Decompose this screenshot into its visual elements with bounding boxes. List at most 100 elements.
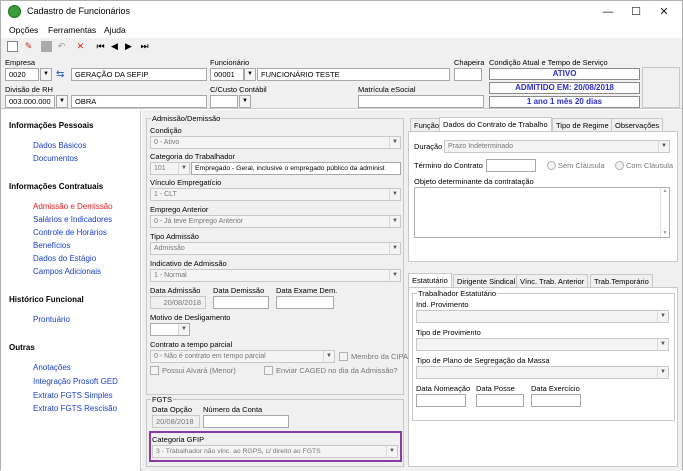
link-icon[interactable]: ⇆ — [56, 68, 69, 81]
divisao-name-field[interactable]: OBRA — [71, 95, 207, 108]
numero-conta-field[interactable] — [203, 415, 289, 428]
contrato-parcial-select[interactable]: 0 - Não é contrato em tempo parcial ▼ — [150, 350, 335, 363]
data-posse-field[interactable] — [476, 394, 524, 407]
photo-box[interactable] — [642, 67, 680, 108]
minimize-button[interactable]: — — [597, 4, 619, 20]
contrato-parcial-label: Contrato a tempo parcial — [150, 340, 233, 349]
tab-trab-temporario[interactable]: Trab.Temporário — [590, 274, 653, 288]
divisao-code-field[interactable]: 003.000.000 — [5, 95, 55, 108]
emprego-select[interactable]: 0 - Já teve Emprego Anterior ▼ — [150, 215, 401, 228]
sidebar-item-anotacoes[interactable]: Anotações — [33, 363, 71, 372]
tab-dados-contrato[interactable]: Dados do Contrato de Trabalho — [439, 117, 552, 132]
sidebar-item-fgts-rescisao[interactable]: Extrato FGTS Rescisão — [33, 404, 117, 413]
chapeira-field[interactable] — [454, 68, 482, 81]
data-opcao-field[interactable]: 20/08/2018 — [152, 415, 200, 428]
sidebar-item-fgts-simples[interactable]: Extrato FGTS Simples — [33, 391, 113, 400]
caged-checkbox[interactable] — [264, 366, 273, 375]
sidebar-item-prontuario[interactable]: Prontuário — [33, 315, 70, 324]
sem-clausula-radio[interactable] — [547, 161, 556, 170]
data-admissao-field[interactable]: 20/08/2018 — [150, 296, 206, 309]
maximize-button[interactable]: ☐ — [625, 4, 647, 20]
funcionario-dropdown-button[interactable]: ▼ — [244, 68, 256, 81]
condicao-select[interactable]: 0 - Ativo ▼ — [150, 136, 401, 149]
app-icon — [8, 5, 21, 18]
ccusto-dropdown-button[interactable]: ▼ — [239, 95, 251, 108]
delete-icon[interactable]: ✕ — [75, 41, 86, 52]
sidebar-item-admissao[interactable]: Admissão e Demissão — [33, 202, 113, 211]
title-bar: Cadastro de Funcionários — ☐ ✕ — [1, 1, 682, 23]
matricula-field[interactable] — [358, 95, 484, 108]
com-clausula-radio[interactable] — [615, 161, 624, 170]
funcionario-name-field[interactable]: FUNCIONÁRIO TESTE — [257, 68, 450, 81]
tipo-select[interactable]: Admissão ▼ — [150, 242, 401, 255]
alvara-label: Possui Alvará (Menor) — [162, 366, 236, 375]
objeto-scrollbar[interactable]: ▲ ▼ — [660, 188, 669, 237]
tab-tipo-regime[interactable]: Tipo de Regime — [552, 118, 613, 132]
empresa-dropdown-button[interactable]: ▼ — [40, 68, 52, 81]
new-icon[interactable] — [7, 41, 18, 52]
plano-segregacao-select[interactable]: ▼ — [416, 366, 669, 379]
sidebar-item-documentos[interactable]: Documentos — [33, 154, 78, 163]
categoria-gfip-select[interactable]: 3 - Trabalhador não vinc. ao RGPS, c/ di… — [152, 445, 398, 458]
alvara-checkbox[interactable] — [150, 366, 159, 375]
admissao-group: Admissão/Demissão Condição 0 - Ativo ▼ Ca… — [146, 114, 408, 395]
sidebar-item-ged[interactable]: Integração Prosoft GED — [33, 377, 118, 386]
empresa-name-field[interactable]: GERAÇÃO DA SEFIP — [71, 68, 207, 81]
status-admitido: ADMITIDO EM: 20/08/2018 — [489, 82, 640, 94]
categoria-label: Categoria do Trabalhador — [150, 152, 236, 161]
tab-dirigente-sindical[interactable]: Dirigente Sindical — [453, 274, 520, 288]
sem-clausula-label: Sem Cláusula — [558, 161, 605, 170]
next-record-icon[interactable]: ▶ — [123, 41, 134, 52]
sidebar-item-campos-adicionais[interactable]: Campos Adicionais — [33, 267, 101, 276]
chevron-down-icon: ▼ — [658, 141, 669, 152]
menu-ferramentas[interactable]: Ferramentas — [48, 25, 96, 35]
indicativo-select[interactable]: 1 - Normal ▼ — [150, 269, 401, 282]
sidebar-item-estagio[interactable]: Dados do Estágio — [33, 254, 96, 263]
close-button[interactable]: ✕ — [653, 4, 675, 20]
data-nomeacao-field[interactable] — [416, 394, 466, 407]
indicativo-label: Indicativo de Admissão — [150, 259, 227, 268]
data-exercicio-field[interactable] — [531, 394, 581, 407]
duracao-select[interactable]: Prazo Indeterminado ▼ — [444, 140, 670, 153]
data-demissao-field[interactable] — [213, 296, 269, 309]
save-icon[interactable] — [41, 41, 52, 52]
undo-icon[interactable]: ↶ — [56, 41, 67, 52]
ind-provimento-select[interactable]: ▼ — [416, 310, 669, 323]
sidebar-item-dados-basicos[interactable]: Dados Básicos — [33, 141, 86, 150]
menu-opcoes[interactable]: Opções — [9, 25, 38, 35]
ind-provimento-label: Ind. Provimento — [416, 300, 469, 309]
edit-icon[interactable]: ✎ — [23, 41, 34, 52]
prev-record-icon[interactable]: ◀ — [109, 41, 120, 52]
com-clausula-label: Com Cláusula — [626, 161, 674, 170]
last-record-icon[interactable]: ⏭ — [139, 41, 150, 52]
data-exame-field[interactable] — [276, 296, 334, 309]
chapeira-label: Chapeira — [454, 58, 485, 67]
objeto-textarea[interactable]: ▲ ▼ — [414, 187, 670, 238]
funcionario-code-field[interactable]: 00001 — [210, 68, 244, 81]
vinculo-select[interactable]: 1 - CLT ▼ — [150, 188, 401, 201]
membro-cipa-checkbox[interactable] — [339, 352, 348, 361]
tab-estatutario[interactable]: Estatutário — [408, 273, 452, 288]
motivo-label: Motivo de Desligamento — [150, 313, 231, 322]
categoria-code-select[interactable]: 101 ▼ — [150, 162, 190, 175]
motivo-select[interactable]: ▼ — [150, 323, 190, 336]
empresa-code-field[interactable]: 0020 — [5, 68, 39, 81]
menu-ajuda[interactable]: Ajuda — [104, 25, 126, 35]
chevron-down-icon: ▼ — [389, 137, 400, 148]
sidebar-item-beneficios[interactable]: Benefícios — [33, 241, 70, 250]
funcionario-label: Funcionário — [210, 58, 250, 67]
tipo-provimento-select[interactable]: ▼ — [416, 338, 669, 351]
tipo-label: Tipo Admissão — [150, 232, 199, 241]
fgts-group: FGTS Data Opção 20/08/2018 Número da Con… — [146, 395, 404, 467]
termino-field[interactable] — [486, 159, 536, 172]
divisao-dropdown-button[interactable]: ▼ — [56, 95, 68, 108]
first-record-icon[interactable]: ⏮ — [95, 41, 106, 52]
sidebar-item-horarios[interactable]: Controle de Horários — [33, 228, 107, 237]
ccusto-field[interactable] — [210, 95, 238, 108]
chevron-down-icon: ▼ — [657, 339, 668, 350]
data-admissao-label: Data Admissão — [150, 286, 201, 295]
sidebar-item-salarios[interactable]: Salários e Indicadores — [33, 215, 112, 224]
tab-observacoes[interactable]: Observações — [611, 118, 664, 132]
tab-vinc-trab-anterior[interactable]: Vínc. Trab. Anterior — [516, 274, 589, 288]
objeto-label: Objeto determinante da contratação — [414, 177, 534, 186]
